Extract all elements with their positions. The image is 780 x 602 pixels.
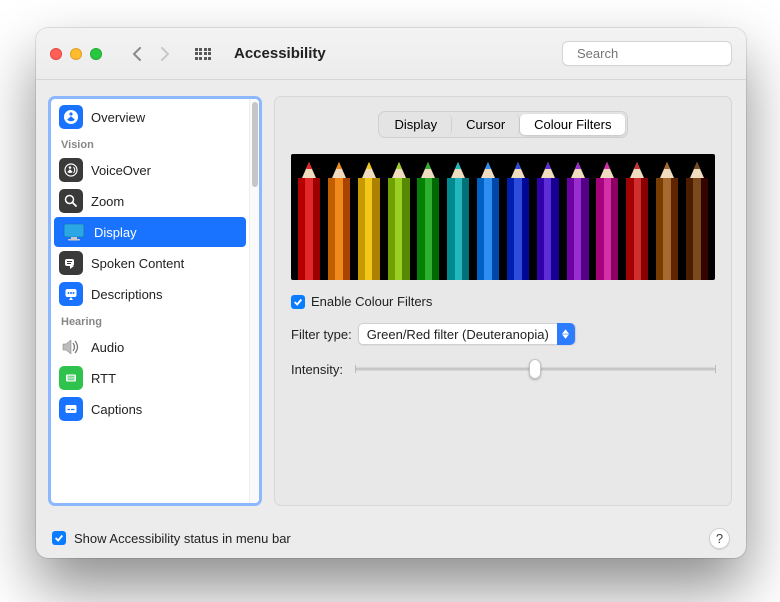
intensity-row: Intensity: — [291, 359, 715, 379]
sidebar-item-spoken-content[interactable]: Spoken Content — [51, 248, 249, 278]
slider-thumb[interactable] — [529, 359, 541, 379]
sidebar-item-descriptions[interactable]: Descriptions — [51, 279, 249, 309]
pencil — [446, 154, 470, 280]
window-title: Accessibility — [234, 45, 326, 62]
zoom-icon — [59, 189, 83, 213]
filter-type-row: Filter type: Green/Red filter (Deuterano… — [291, 323, 715, 345]
titlebar: Accessibility — [36, 28, 746, 80]
tab-cursor[interactable]: Cursor — [452, 114, 520, 135]
intensity-label: Intensity: — [291, 362, 343, 377]
pencil-preview — [291, 154, 715, 280]
pencil — [327, 154, 351, 280]
filter-type-select[interactable]: Green/Red filter (Deuteranopia) — [358, 323, 576, 345]
show-status-checkbox[interactable] — [52, 531, 66, 545]
detail-panel: Display Cursor Colour Filters Enable Col… — [274, 96, 732, 506]
sidebar-item-captions[interactable]: Captions — [51, 394, 249, 424]
window-controls — [50, 48, 102, 60]
sidebar-item-overview[interactable]: Overview — [51, 102, 249, 132]
sidebar-item-voiceover[interactable]: VoiceOver — [51, 155, 249, 185]
sidebar-item-rtt[interactable]: RTT — [51, 363, 249, 393]
sidebar-item-label: Spoken Content — [91, 256, 184, 271]
descriptions-icon — [59, 282, 83, 306]
tab-display[interactable]: Display — [381, 114, 453, 135]
sidebar-item-display[interactable]: Display — [54, 217, 246, 247]
captions-icon — [59, 397, 83, 421]
pencil — [416, 154, 440, 280]
pencil — [566, 154, 590, 280]
enable-colour-filters-label: Enable Colour Filters — [311, 294, 432, 309]
pencil — [357, 154, 381, 280]
sidebar: Overview Vision VoiceOver Zoom — [48, 96, 262, 506]
sidebar-scrollbar[interactable] — [249, 99, 259, 503]
sidebar-item-label: Descriptions — [91, 287, 163, 302]
select-stepper-icon — [557, 323, 575, 345]
pencil — [387, 154, 411, 280]
pencil — [536, 154, 560, 280]
sidebar-section-hearing: Hearing — [51, 310, 249, 331]
voiceover-icon — [59, 158, 83, 182]
sidebar-item-label: Captions — [91, 402, 142, 417]
help-button[interactable]: ? — [709, 528, 730, 549]
check-icon — [54, 533, 64, 543]
tab-segmented-control: Display Cursor Colour Filters — [378, 111, 629, 138]
sidebar-item-audio[interactable]: Audio — [51, 332, 249, 362]
check-icon — [293, 297, 303, 307]
overview-icon — [59, 105, 83, 129]
show-all-button[interactable] — [190, 42, 216, 66]
audio-icon — [59, 335, 83, 359]
sidebar-item-label: RTT — [91, 371, 116, 386]
intensity-slider[interactable] — [355, 359, 715, 379]
zoom-window-button[interactable] — [90, 48, 102, 60]
sidebar-item-zoom[interactable]: Zoom — [51, 186, 249, 216]
tab-colour-filters[interactable]: Colour Filters — [520, 114, 625, 135]
sidebar-item-label: Display — [94, 225, 137, 240]
pencil — [297, 154, 321, 280]
pencil — [595, 154, 619, 280]
pencil — [506, 154, 530, 280]
rtt-icon — [59, 366, 83, 390]
sidebar-item-label: Zoom — [91, 194, 124, 209]
sidebar-item-label: VoiceOver — [91, 163, 151, 178]
chevron-right-icon — [160, 47, 170, 61]
sidebar-scrollbar-thumb[interactable] — [252, 102, 258, 187]
preferences-window: Accessibility Overview Vision — [36, 28, 746, 558]
chevron-left-icon — [132, 47, 142, 61]
pencil — [655, 154, 679, 280]
close-window-button[interactable] — [50, 48, 62, 60]
minimize-window-button[interactable] — [70, 48, 82, 60]
filter-type-label: Filter type: — [291, 327, 352, 342]
pencil — [476, 154, 500, 280]
pencil — [685, 154, 709, 280]
sidebar-section-vision: Vision — [51, 133, 249, 154]
search-input[interactable] — [577, 46, 746, 61]
enable-colour-filters-checkbox[interactable] — [291, 295, 305, 309]
pencil — [625, 154, 649, 280]
display-icon — [62, 220, 86, 244]
forward-button[interactable] — [152, 42, 178, 66]
sidebar-item-label: Overview — [91, 110, 145, 125]
content-area: Overview Vision VoiceOver Zoom — [36, 80, 746, 518]
footer: Show Accessibility status in menu bar ? — [36, 518, 746, 558]
sidebar-list[interactable]: Overview Vision VoiceOver Zoom — [51, 99, 249, 503]
back-button[interactable] — [124, 42, 150, 66]
enable-colour-filters-row: Enable Colour Filters — [291, 294, 715, 309]
sidebar-item-label: Audio — [91, 340, 124, 355]
nav-buttons — [124, 42, 178, 66]
filter-type-value: Green/Red filter (Deuteranopia) — [367, 327, 549, 342]
show-status-label: Show Accessibility status in menu bar — [74, 531, 291, 546]
search-field[interactable] — [562, 41, 732, 66]
spoken-content-icon — [59, 251, 83, 275]
